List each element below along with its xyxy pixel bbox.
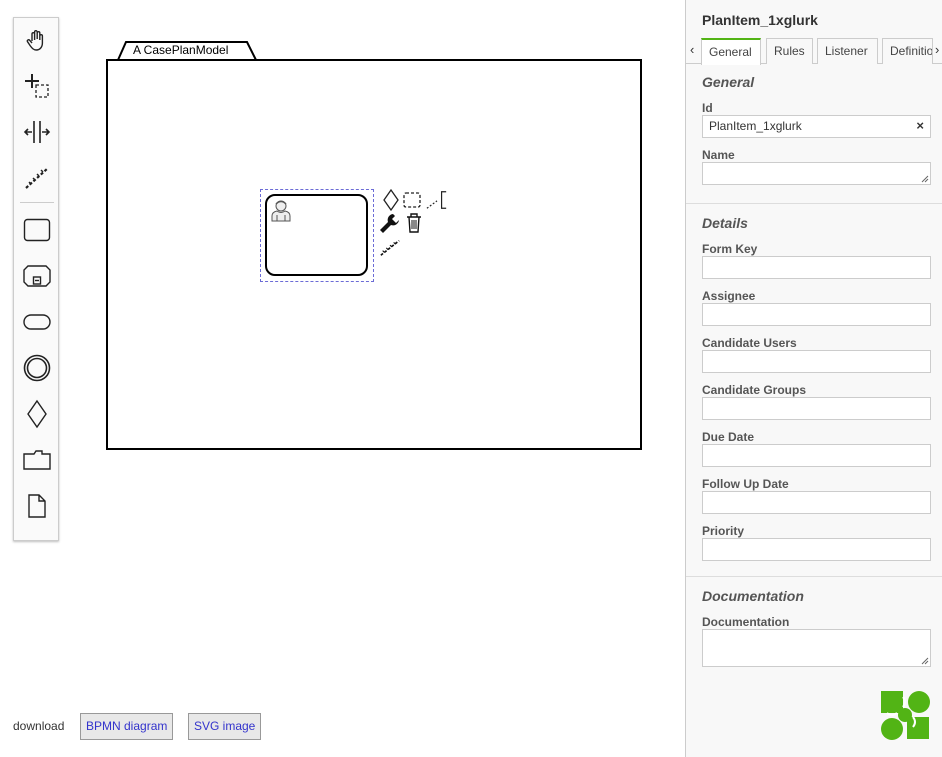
- name-label: Name: [702, 148, 735, 162]
- append-text-annotation-icon[interactable]: [426, 189, 448, 211]
- tool-palette: [13, 17, 59, 541]
- cmmn-logo-icon: [881, 691, 930, 740]
- tab-general[interactable]: General: [701, 38, 761, 65]
- assignee-label: Assignee: [702, 289, 756, 303]
- diagram-canvas[interactable]: A CasePlanModel: [60, 0, 685, 757]
- tab-scroll-right-icon[interactable]: ›: [935, 42, 939, 57]
- resize-grip-icon[interactable]: [921, 657, 929, 665]
- follow-up-date-label: Follow Up Date: [702, 477, 789, 491]
- create-case-file-icon[interactable]: [14, 440, 60, 480]
- space-tool-icon[interactable]: [14, 112, 60, 152]
- human-task[interactable]: [265, 194, 368, 276]
- candidate-groups-label: Candidate Groups: [702, 383, 807, 397]
- priority-label: Priority: [702, 524, 745, 538]
- form-key-field[interactable]: [702, 256, 931, 279]
- create-task-icon[interactable]: [14, 210, 60, 250]
- hand-tool-icon[interactable]: [14, 20, 60, 60]
- id-field[interactable]: PlanItem_1xglurk ×: [702, 115, 931, 138]
- download-bpmn-button[interactable]: BPMN diagram: [80, 713, 174, 740]
- priority-field[interactable]: [702, 538, 931, 561]
- create-criterion-icon[interactable]: [14, 394, 60, 434]
- download-svg-button[interactable]: SVG image: [188, 713, 262, 740]
- case-plan-model-label: A CasePlanModel: [133, 43, 229, 57]
- create-milestone-icon[interactable]: [14, 348, 60, 388]
- documentation-field[interactable]: [702, 629, 931, 667]
- delete-trash-icon[interactable]: [403, 212, 425, 234]
- panel-title: PlanItem_1xglurk: [702, 12, 818, 28]
- append-plan-item-icon[interactable]: [401, 189, 423, 211]
- user-icon: [271, 200, 291, 222]
- tab-listener[interactable]: Listener: [817, 38, 878, 64]
- due-date-field[interactable]: [702, 444, 931, 467]
- candidate-groups-field[interactable]: [702, 397, 931, 420]
- group-title-details: Details: [702, 215, 748, 231]
- candidate-users-field[interactable]: [702, 350, 931, 373]
- candidate-users-label: Candidate Users: [702, 336, 797, 350]
- case-plan-model[interactable]: [106, 59, 642, 450]
- tab-bar: ‹ General Rules Listener Definitio ›: [686, 38, 942, 65]
- id-value: PlanItem_1xglurk: [709, 119, 802, 133]
- resize-grip-icon[interactable]: [921, 175, 929, 183]
- create-event-listener-icon[interactable]: [14, 302, 60, 342]
- replace-wrench-icon[interactable]: [379, 212, 401, 234]
- form-key-label: Form Key: [702, 242, 758, 256]
- lasso-tool-icon[interactable]: [14, 66, 60, 106]
- name-field[interactable]: [702, 162, 931, 185]
- tab-scroll-left-icon[interactable]: ‹: [690, 42, 694, 57]
- append-criterion-icon[interactable]: [380, 189, 402, 211]
- documentation-label: Documentation: [702, 615, 790, 629]
- properties-panel: PlanItem_1xglurk ‹ General Rules Listene…: [685, 0, 942, 757]
- group-title-general: General: [702, 74, 755, 90]
- connect-tool-icon[interactable]: [14, 158, 60, 198]
- tab-rules[interactable]: Rules: [766, 38, 813, 64]
- due-date-label: Due Date: [702, 430, 755, 444]
- tab-definitions[interactable]: Definitio: [882, 38, 933, 64]
- create-stage-icon[interactable]: [14, 256, 60, 296]
- group-title-documentation: Documentation: [702, 588, 804, 604]
- download-label: download: [13, 719, 65, 733]
- create-document-icon[interactable]: [14, 486, 60, 526]
- assignee-field[interactable]: [702, 303, 931, 326]
- follow-up-date-field[interactable]: [702, 491, 931, 514]
- clear-id-icon[interactable]: ×: [916, 118, 924, 133]
- connect-icon[interactable]: [379, 236, 401, 258]
- id-label: Id: [702, 101, 713, 115]
